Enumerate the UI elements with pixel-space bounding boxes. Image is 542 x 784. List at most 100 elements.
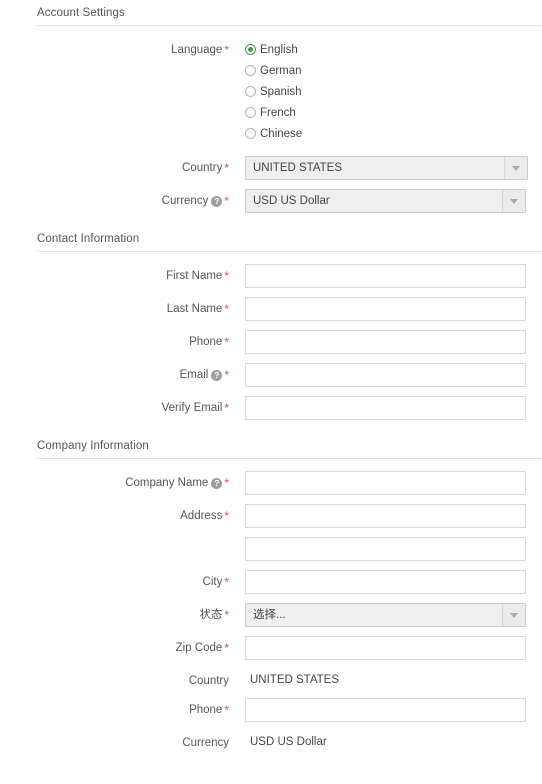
field-company-currency: USD US Dollar — [229, 731, 542, 750]
form-row-last-name: Last Name * — [37, 297, 542, 321]
address-line-2-input[interactable] — [245, 537, 526, 561]
label-last-name-text: Last Name — [166, 303, 223, 315]
label-last-name: Last Name * — [37, 297, 229, 317]
state-select-value: 选择... — [253, 609, 286, 621]
radio-option-chinese[interactable]: Chinese — [245, 123, 542, 144]
field-email — [229, 363, 542, 387]
section-company-information: Company Information — [0, 433, 542, 459]
company-name-input[interactable] — [245, 471, 526, 495]
label-state-text: 状态 — [199, 609, 223, 621]
label-email-text: Email — [179, 369, 209, 381]
label-city: City * — [37, 570, 229, 590]
currency-select[interactable]: USD US Dollar — [245, 189, 526, 213]
radio-button-icon[interactable] — [245, 44, 256, 55]
currency-select-value: USD US Dollar — [253, 195, 330, 207]
chevron-down-icon[interactable] — [502, 604, 525, 626]
radio-label-german: German — [260, 64, 302, 77]
label-company-currency-text: Currency — [182, 737, 229, 749]
help-circle-icon[interactable]: ? — [211, 478, 223, 489]
label-first-name: First Name * — [37, 264, 229, 284]
label-company-name-text: Company Name — [125, 477, 209, 489]
label-country: Country * — [37, 156, 229, 176]
state-select[interactable]: 选择... — [245, 603, 526, 627]
section-title-contact-information: Contact Information — [37, 233, 140, 245]
company-phone-input[interactable] — [245, 698, 526, 722]
radio-label-french: French — [260, 106, 296, 119]
chevron-down-glyph — [510, 198, 518, 204]
zip-code-input[interactable] — [245, 636, 526, 660]
field-address-2 — [229, 537, 542, 561]
form-row-company-currency: Currency USD US Dollar — [37, 731, 542, 751]
form-row-company-country: Country UNITED STATES — [37, 669, 542, 689]
radio-button-icon[interactable] — [245, 128, 256, 139]
radio-option-spanish[interactable]: Spanish — [245, 81, 542, 102]
form-row-company-name: Company Name? * — [37, 471, 542, 495]
help-circle-icon[interactable]: ? — [211, 370, 223, 381]
field-company-country: UNITED STATES — [229, 669, 542, 688]
label-company-country: Country — [37, 669, 229, 689]
label-phone-text: Phone — [189, 336, 223, 348]
field-language: English German Spanish French Chinese — [229, 38, 542, 144]
label-address-2 — [37, 537, 229, 541]
section-contact-information: Contact Information — [0, 226, 542, 252]
field-zip-code — [229, 636, 542, 660]
field-phone — [229, 330, 542, 354]
field-city — [229, 570, 542, 594]
label-currency: Currency? * — [37, 189, 229, 209]
label-verify-email: Verify Email * — [37, 396, 229, 416]
field-last-name — [229, 297, 542, 321]
help-circle-icon[interactable]: ? — [211, 196, 223, 207]
city-input[interactable] — [245, 570, 526, 594]
radio-button-icon[interactable] — [245, 107, 256, 118]
radio-option-german[interactable]: German — [245, 60, 542, 81]
first-name-input[interactable] — [245, 264, 526, 288]
radio-button-icon[interactable] — [245, 86, 256, 97]
chevron-down-icon[interactable] — [502, 190, 525, 212]
radio-button-icon[interactable] — [245, 65, 256, 76]
form-row-country: Country * UNITED STATES — [37, 156, 542, 180]
label-language: Language * — [37, 38, 229, 58]
form-row-address-1: Address * — [37, 504, 542, 528]
label-address-text: Address — [180, 510, 223, 522]
radio-option-english[interactable]: English — [245, 39, 542, 60]
section-title-company-information: Company Information — [37, 440, 149, 452]
label-company-currency: Currency — [37, 731, 229, 751]
last-name-input[interactable] — [245, 297, 526, 321]
country-select[interactable]: UNITED STATES — [245, 156, 528, 180]
section-divider-account — [37, 25, 542, 26]
form-row-verify-email: Verify Email * — [37, 396, 542, 420]
radio-label-spanish: Spanish — [260, 85, 302, 98]
label-zip-code-text: Zip Code — [175, 642, 223, 654]
radio-option-french[interactable]: French — [245, 102, 542, 123]
label-language-text: Language — [171, 44, 223, 56]
field-country: UNITED STATES — [229, 156, 542, 180]
radio-label-chinese: Chinese — [260, 127, 303, 140]
form-row-zip-code: Zip Code * — [37, 636, 542, 660]
email-input[interactable] — [245, 363, 526, 387]
label-currency-text: Currency — [161, 195, 209, 207]
verify-email-input[interactable] — [245, 396, 526, 420]
field-first-name — [229, 264, 542, 288]
label-first-name-text: First Name — [166, 270, 223, 282]
chevron-down-glyph — [512, 165, 520, 171]
company-fields: Company Name? * Address * City * 状态 * 选择… — [0, 471, 542, 751]
phone-input[interactable] — [245, 330, 526, 354]
field-state: 选择... — [229, 603, 542, 627]
label-city-text: City — [202, 576, 223, 588]
label-state: 状态 * — [37, 603, 229, 623]
section-title-account-settings: Account Settings — [37, 7, 125, 19]
account-fields: Language * English German Spanish French… — [0, 38, 542, 213]
label-company-name: Company Name? * — [37, 471, 229, 491]
company-country-value: UNITED STATES — [250, 674, 340, 686]
company-currency-value: USD US Dollar — [250, 736, 327, 748]
radio-group-language[interactable]: English German Spanish French Chinese — [245, 38, 542, 144]
address-line-1-input[interactable] — [245, 504, 526, 528]
section-divider-contact — [37, 251, 542, 252]
field-currency: USD US Dollar — [229, 189, 542, 213]
label-zip-code: Zip Code * — [37, 636, 229, 656]
form-row-company-phone: Phone * — [37, 698, 542, 722]
label-address: Address * — [37, 504, 229, 524]
field-verify-email — [229, 396, 542, 420]
chevron-down-icon[interactable] — [504, 157, 527, 179]
form-row-address-2 — [37, 537, 542, 561]
